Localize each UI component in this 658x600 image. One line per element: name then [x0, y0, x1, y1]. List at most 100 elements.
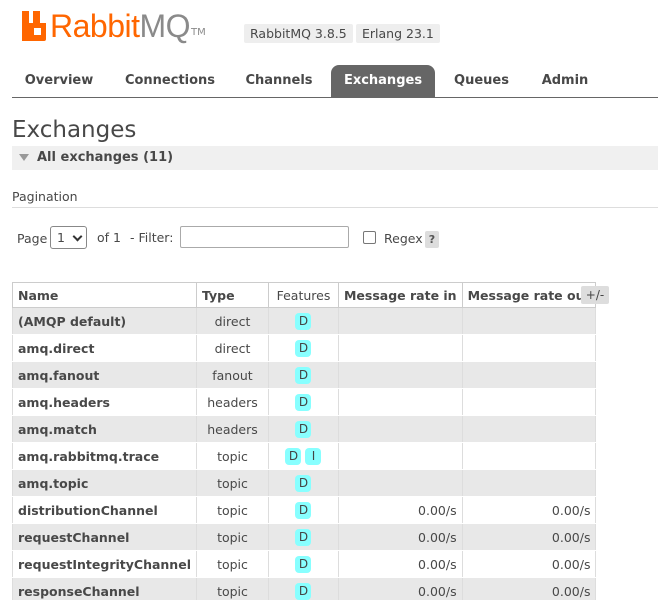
tab-channels[interactable]: Channels	[234, 65, 324, 97]
message-rate-in: 0.00/s	[337, 496, 463, 524]
feature-badge: D	[295, 366, 312, 384]
exchange-features: D	[267, 469, 339, 497]
feature-badge: D	[295, 582, 312, 600]
exchange-name-link[interactable]: requestIntegrityChannel	[12, 550, 197, 578]
page-select[interactable]: 1	[50, 226, 87, 249]
page-count: of 1	[97, 230, 121, 245]
feature-badge: D	[295, 474, 312, 492]
message-rate-out: 0.00/s	[461, 523, 597, 551]
all-exchanges-toggle[interactable]: All exchanges (11)	[12, 146, 658, 170]
exchange-type: topic	[195, 496, 269, 524]
message-rate-out	[461, 361, 597, 389]
col-type[interactable]: Type	[195, 282, 269, 308]
exchange-features: DI	[267, 442, 339, 470]
exchange-features: D	[267, 307, 339, 335]
feature-badge: D	[295, 393, 312, 411]
header: RabbitMQ TM RabbitMQ 3.8.5 Erlang 23.1	[0, 0, 658, 62]
message-rate-in	[337, 361, 463, 389]
exchange-name-link[interactable]: amq.fanout	[12, 361, 197, 389]
main-tabs: Overview Connections Channels Exchanges …	[12, 65, 658, 98]
regex-checkbox[interactable]	[363, 231, 376, 244]
page-label: Page	[17, 230, 48, 246]
section-label: All exchanges (11)	[37, 150, 174, 165]
exchange-type: direct	[195, 307, 269, 335]
table-row: requestChannel topic D 0.00/s 0.00/s	[12, 523, 597, 551]
exchange-type: topic	[195, 577, 269, 600]
col-name[interactable]: Name	[12, 282, 197, 308]
regex-label: Regex	[384, 231, 423, 246]
message-rate-in: 0.00/s	[337, 550, 463, 578]
exchanges-table: Name Type Features Message rate in Messa…	[12, 282, 597, 600]
table-header-row: Name Type Features Message rate in Messa…	[12, 282, 597, 308]
table-row: (AMQP default) direct D	[12, 307, 597, 335]
message-rate-in: 0.00/s	[337, 523, 463, 551]
feature-badge: I	[305, 447, 322, 465]
exchange-features: D	[267, 415, 339, 443]
message-rate-out	[461, 388, 597, 416]
exchange-name-link[interactable]: amq.rabbitmq.trace	[12, 442, 197, 470]
exchange-type: topic	[195, 550, 269, 578]
table-row: amq.rabbitmq.trace topic D I	[12, 442, 597, 470]
exchange-name-link[interactable]: amq.topic	[12, 469, 197, 497]
message-rate-out: 0.00/s	[461, 550, 597, 578]
exchange-type: topic	[195, 523, 269, 551]
tab-connections[interactable]: Connections	[113, 65, 227, 97]
feature-badge: D	[295, 420, 312, 438]
tab-overview[interactable]: Overview	[12, 65, 106, 97]
table-row: requestIntegrityChannel topic D 0.00/s 0.00/…	[12, 550, 597, 578]
exchange-type: fanout	[195, 361, 269, 389]
exchange-type: headers	[195, 388, 269, 416]
message-rate-out	[461, 307, 597, 335]
feature-badge: D	[295, 555, 312, 573]
exchange-features: D	[267, 577, 339, 600]
pagination-heading: Pagination	[12, 189, 78, 204]
exchange-type: headers	[195, 415, 269, 443]
message-rate-in	[337, 415, 463, 443]
table-row: responseChannel topic D 0.00/s 0.00/s	[12, 577, 597, 600]
exchange-name-link[interactable]: amq.match	[12, 415, 197, 443]
logo-text: RabbitMQ	[50, 8, 191, 44]
collapse-triangle-icon	[19, 154, 29, 161]
exchange-name-link[interactable]: distributionChannel	[12, 496, 197, 524]
tab-admin[interactable]: Admin	[527, 65, 603, 97]
table-row: amq.match headers D	[12, 415, 597, 443]
rabbitmq-logo[interactable]: RabbitMQ TM	[22, 8, 206, 44]
help-button[interactable]: ?	[425, 231, 439, 248]
tab-queues[interactable]: Queues	[442, 65, 521, 97]
table-row: amq.direct direct D	[12, 334, 597, 362]
message-rate-out	[461, 469, 597, 497]
exchange-type: topic	[195, 469, 269, 497]
exchange-features: D	[267, 496, 339, 524]
message-rate-in	[337, 442, 463, 470]
exchange-name-link[interactable]: (AMQP default)	[12, 307, 197, 335]
feature-badge: D	[295, 528, 312, 546]
filter-input[interactable]	[180, 226, 349, 248]
divider	[12, 207, 658, 208]
exchange-features: D	[267, 334, 339, 362]
table-row: distributionChannel topic D 0.00/s 0.00/s	[12, 496, 597, 524]
chevron-down-icon	[72, 231, 83, 242]
message-rate-out	[461, 415, 597, 443]
exchange-name-link[interactable]: amq.headers	[12, 388, 197, 416]
message-rate-out	[461, 334, 597, 362]
message-rate-out: 0.00/s	[461, 496, 597, 524]
feature-badge: D	[295, 339, 312, 357]
exchange-type: direct	[195, 334, 269, 362]
col-rate-out[interactable]: Message rate out	[461, 282, 597, 308]
message-rate-out	[461, 442, 597, 470]
col-rate-in[interactable]: Message rate in	[337, 282, 463, 308]
exchange-name-link[interactable]: responseChannel	[12, 577, 197, 600]
message-rate-in	[337, 388, 463, 416]
col-features: Features	[267, 282, 339, 308]
tab-exchanges[interactable]: Exchanges	[331, 65, 435, 97]
columns-toggle-button[interactable]: +/-	[581, 286, 609, 304]
version-badge: RabbitMQ 3.8.5	[244, 24, 353, 43]
filter-label: - Filter:	[130, 230, 174, 245]
message-rate-in	[337, 307, 463, 335]
exchange-name-link[interactable]: requestChannel	[12, 523, 197, 551]
feature-badge: D	[285, 447, 302, 465]
page-title: Exchanges	[12, 117, 137, 143]
message-rate-out: 0.00/s	[461, 577, 597, 600]
exchange-name-link[interactable]: amq.direct	[12, 334, 197, 362]
exchange-features: D	[267, 361, 339, 389]
